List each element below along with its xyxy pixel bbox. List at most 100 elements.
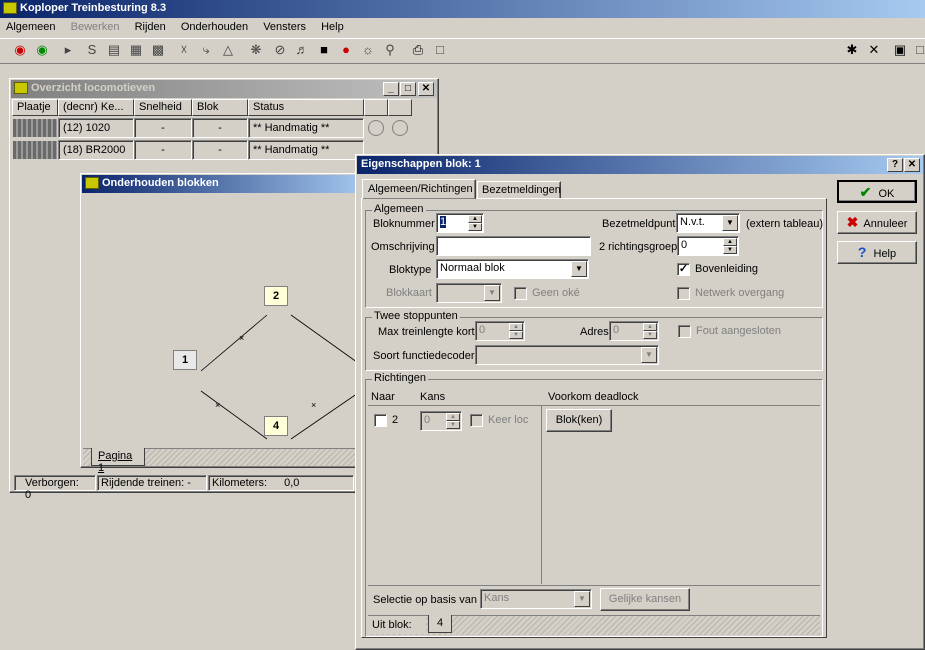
bloknummer-stepper[interactable]: 1 ▲ ▼ <box>436 213 484 233</box>
kans-stepper[interactable]: 0 ▲ ▼ <box>420 411 462 431</box>
menu-algemeen[interactable]: Algemeen <box>0 18 62 36</box>
bovenleiding-checkbox[interactable]: ✓ <box>677 263 690 276</box>
bezetmeldpunt-label: Bezetmeldpunt <box>602 218 676 230</box>
turntable-icon[interactable]: ❋ <box>246 40 266 60</box>
app-title: Koploper Treinbesturing 8.3 <box>20 2 167 14</box>
fout-checkbox[interactable] <box>678 325 691 338</box>
col-status[interactable]: Status <box>248 99 364 116</box>
chevron-down-icon[interactable]: ▼ <box>574 591 590 607</box>
chevron-down-icon[interactable]: ▼ <box>571 261 587 277</box>
save-icon[interactable]: ▣ <box>890 40 910 60</box>
minimize-icon[interactable]: _ <box>383 82 399 96</box>
dialog-titlebar[interactable]: Eigenschappen blok: 1 ? ✕ <box>357 156 923 174</box>
spin-buttons[interactable]: ▲ ▼ <box>509 323 523 339</box>
chevron-down-icon[interactable]: ▼ <box>722 215 738 231</box>
new-item-icon[interactable]: ✱ <box>842 40 862 60</box>
chevron-down-icon[interactable]: ▼ <box>484 285 500 301</box>
omschrijving-input[interactable] <box>436 236 591 256</box>
spin-buttons[interactable]: ▲ ▼ <box>446 413 460 429</box>
locomotive-icon[interactable]: ■ <box>314 40 334 60</box>
table-row[interactable]: (12) 1020 - - ** Handmatig ** <box>12 117 412 139</box>
blokkaart-label: Blokkaart <box>386 287 432 299</box>
cancel-label: Annuleer <box>863 218 908 230</box>
signal-red-icon[interactable]: ◉ <box>10 40 30 60</box>
extern-label: (extern tableau) <box>746 218 824 230</box>
help-question-icon[interactable]: ? <box>887 158 903 172</box>
block-node-1[interactable]: 1 <box>173 350 197 370</box>
spin-buttons[interactable]: ▲ ▼ <box>468 215 482 231</box>
menu-onderhouden[interactable]: Onderhouden <box>175 18 254 36</box>
naar-checkbox[interactable] <box>374 414 387 427</box>
page-icon[interactable]: □ <box>430 40 450 60</box>
adres-stepper[interactable]: 0 ▲ ▼ <box>609 321 659 341</box>
bezetmeldpunt-select[interactable]: N.v.t. ▼ <box>676 213 740 233</box>
decoder-select[interactable]: ▼ <box>475 345 659 365</box>
status-driving: Rijdende treinen: - <box>97 475 207 491</box>
cancel-button[interactable]: ✖ Annuleer <box>837 211 917 234</box>
status-km: Kilometers: 0,0 <box>208 475 354 491</box>
menu-bewerken[interactable]: Bewerken <box>65 18 126 36</box>
loco-status: ** Handmatig ** <box>248 118 364 138</box>
spin-buttons[interactable]: ▲ ▼ <box>723 238 737 254</box>
selectie-value: Kans <box>484 592 510 604</box>
bell-icon[interactable]: △ <box>218 40 238 60</box>
ok-button[interactable]: ✔ OK <box>837 180 917 203</box>
switch-icon[interactable]: ⤷ <box>196 40 216 60</box>
grid-icon[interactable]: ▩ <box>148 40 168 60</box>
tab-algemeen-label: Algemeen/Richtingen <box>368 183 473 195</box>
chevron-down-icon[interactable]: ▼ <box>641 347 657 363</box>
richtingsgroep-stepper[interactable]: 0 ▲ ▼ <box>677 236 739 256</box>
track-marker: × <box>239 333 244 343</box>
no-entry-icon[interactable]: ⊘ <box>270 40 290 60</box>
red-light-icon[interactable]: ● <box>336 40 356 60</box>
key-icon[interactable]: ⚲ <box>380 40 400 60</box>
menu-vensters[interactable]: Vensters <box>257 18 312 36</box>
table-row[interactable]: (18) BR2000 - - ** Handmatig ** <box>12 139 412 161</box>
circle-button[interactable] <box>368 120 384 136</box>
signal-green-icon[interactable]: ◉ <box>32 40 52 60</box>
keer-loc-checkbox[interactable] <box>470 414 483 427</box>
circle-button[interactable] <box>392 120 408 136</box>
s-icon[interactable]: S <box>82 40 102 60</box>
light-icon[interactable]: ☼ <box>358 40 378 60</box>
gelijke-kansen-button[interactable]: Gelijke kansen <box>600 588 690 611</box>
bloktype-select[interactable]: Normaal blok ▼ <box>436 259 589 279</box>
blocks-window-titlebar[interactable]: Onderhouden blokken <box>82 175 368 193</box>
sound-icon[interactable]: ♬ <box>292 40 312 60</box>
dialog-close-icon[interactable]: ✕ <box>904 158 920 172</box>
uit-blok-tab[interactable]: 4 <box>428 615 452 633</box>
help-button[interactable]: ? Help <box>837 241 917 264</box>
col-decnr[interactable]: (decnr) Ke... <box>58 99 134 116</box>
maximize-icon[interactable]: □ <box>400 82 416 96</box>
bloktype-value: Normaal blok <box>440 262 505 274</box>
bovenleiding-label: Bovenleiding <box>695 263 758 275</box>
page-tab[interactable]: Pagina 1 <box>91 448 145 474</box>
bloktype-label: Bloktype <box>389 264 432 276</box>
block-node-2[interactable]: 2 <box>264 286 288 306</box>
col-plaatje[interactable]: Plaatje <box>12 99 58 116</box>
cross-icon[interactable]: ☓ <box>174 40 194 60</box>
blokken-button[interactable]: Blok(ken) <box>546 409 612 432</box>
selectie-select[interactable]: Kans ▼ <box>480 589 592 609</box>
menu-help[interactable]: Help <box>315 18 350 36</box>
printer-icon[interactable]: ⎙ <box>408 40 428 60</box>
blokkaart-select[interactable]: ▼ <box>436 283 502 303</box>
menu-rijden[interactable]: Rijden <box>129 18 172 36</box>
tab-bezetmeldingen[interactable]: Bezetmeldingen <box>477 181 561 199</box>
max-stepper[interactable]: 0 ▲ ▼ <box>475 321 525 341</box>
tab-algemeen[interactable]: Algemeen/Richtingen <box>362 179 476 199</box>
netwerk-checkbox[interactable] <box>677 287 690 300</box>
col-snelheid[interactable]: Snelheid <box>134 99 192 116</box>
col-kans: Kans <box>420 391 446 403</box>
col-blok[interactable]: Blok <box>192 99 248 116</box>
delete-icon[interactable]: ✕ <box>864 40 884 60</box>
geen-oke-checkbox[interactable] <box>514 287 527 300</box>
edit-icon[interactable]: ▦ <box>126 40 146 60</box>
loco-window-titlebar[interactable]: Overzicht locomotieven _ □ ✕ <box>11 80 437 98</box>
start-icon[interactable]: ▸ <box>58 40 78 60</box>
block-node-4[interactable]: 4 <box>264 416 288 436</box>
list-icon[interactable]: ▤ <box>104 40 124 60</box>
document-icon[interactable]: □ <box>910 40 925 60</box>
close-icon[interactable]: ✕ <box>418 82 434 96</box>
spin-buttons[interactable]: ▲ ▼ <box>643 323 657 339</box>
